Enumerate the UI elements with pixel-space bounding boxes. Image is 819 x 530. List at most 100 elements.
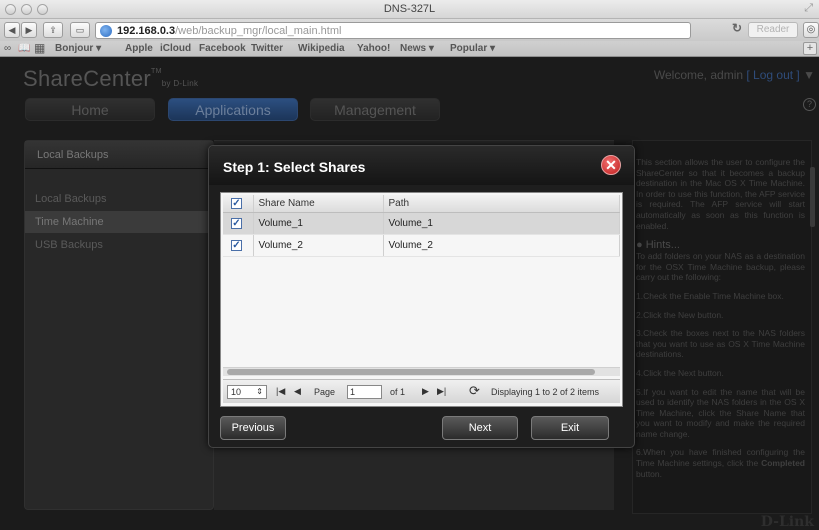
bookmark-twitter[interactable]: Twitter: [251, 43, 283, 54]
forward-button[interactable]: ▶: [21, 22, 37, 38]
fullscreen-icon[interactable]: ⤢: [804, 2, 813, 15]
shares-grid-container: ✓ Share Name Path ✓ Volume_1 Volume_1 ✓ …: [220, 192, 623, 407]
hint-step-3: 3.Check the boxes next to the NAS folder…: [636, 328, 805, 360]
share-name-cell[interactable]: Volume_2: [253, 234, 384, 257]
globe-icon: [100, 25, 112, 37]
tab-management[interactable]: Management: [310, 98, 440, 121]
url-path: /web/backup_mgr/local_main.html: [175, 25, 342, 37]
welcome-text: Welcome, admin: [653, 68, 744, 82]
hint-step-4: 4.Click the Next button.: [636, 367, 724, 378]
hint-step-6-suffix: button.: [636, 468, 662, 479]
grid-icon[interactable]: ▦: [34, 42, 45, 54]
help-icon[interactable]: ?: [803, 98, 816, 111]
scrollbar-thumb[interactable]: [227, 369, 595, 375]
page-number-input[interactable]: 1: [347, 385, 382, 399]
browser-toolbar: ◀ ▶ ⇪ ▭ 192.168.0.3/web/backup_mgr/local…: [0, 19, 819, 41]
share-icon[interactable]: ⇪: [43, 22, 63, 38]
close-icon[interactable]: ✕: [601, 155, 621, 175]
bookmark-wikipedia[interactable]: Wikipedia: [298, 43, 345, 54]
dialog-title: Step 1: Select Shares: [223, 159, 366, 175]
url-text: 192.168.0.3/web/backup_mgr/local_main.ht…: [117, 25, 341, 37]
logout-link[interactable]: [ Log out ]: [746, 68, 799, 82]
window-title: DNS-327L: [383, 3, 436, 15]
hint-step-6-bold: Completed: [761, 458, 805, 469]
next-button[interactable]: Next: [442, 416, 518, 440]
url-host: 192.168.0.3: [117, 25, 176, 37]
welcome-arrow-icon[interactable]: ▼: [803, 68, 815, 82]
bookmark-apple[interactable]: Apple: [125, 43, 153, 54]
reload-icon[interactable]: ↻: [732, 21, 742, 35]
path-cell: Volume_1: [383, 212, 620, 235]
displaying-text: Displaying 1 to 2 of 2 items: [491, 387, 600, 397]
help-panel: This section allows the user to configur…: [632, 140, 815, 514]
book-icon[interactable]: 📖: [18, 43, 30, 54]
select-all-cell: ✓: [223, 195, 254, 213]
page-size-select[interactable]: 10 ⇕: [227, 385, 267, 399]
last-page-icon[interactable]: ▶|: [437, 386, 446, 397]
hints-title: ● Hints...: [636, 239, 680, 252]
dlink-logo: D-Link: [760, 514, 814, 530]
sidebar-header[interactable]: Local Backups: [25, 141, 213, 169]
prev-page-icon[interactable]: ◀: [294, 386, 301, 397]
hint-step-2: 2.Click the New button.: [636, 309, 724, 320]
refresh-icon[interactable]: ⟳: [469, 383, 480, 399]
sharecenter-logo: ShareCenterTM by D-Link: [23, 66, 198, 92]
logo-by-dlink: by D-Link: [161, 79, 199, 88]
row-checkbox[interactable]: ✓: [231, 239, 242, 251]
help-scrollbar[interactable]: [810, 167, 815, 227]
row-checkbox-cell: ✓: [223, 234, 254, 257]
pagination-bar: 10 ⇕ |◀ ◀ Page 1 of 1 ▶ ▶| ⟳ Displaying 1…: [223, 379, 620, 403]
sidebar-item-time-machine[interactable]: Time Machine: [25, 211, 213, 233]
share-name-cell[interactable]: Volume_1: [253, 212, 384, 235]
sharecenter-page: ShareCenterTM by D-Link Welcome, admin [ …: [0, 58, 819, 530]
select-all-checkbox[interactable]: ✓: [231, 197, 242, 209]
hints-title-text: Hints...: [645, 239, 680, 252]
infinity-icon[interactable]: ∞: [4, 43, 11, 54]
bookmarks-bar: ∞ 📖 ▦ Bonjour ▾ Apple iCloud Facebook Tw…: [0, 41, 819, 57]
window-titlebar: DNS-327L ⤢: [0, 0, 819, 19]
row-checkbox[interactable]: ✓: [231, 217, 242, 229]
hint-step-1: 1.Check the Enable Time Machine box.: [636, 290, 784, 301]
sidebar: Local Backups Local Backups Time Machine…: [24, 140, 214, 510]
exit-button[interactable]: Exit: [531, 416, 609, 440]
bookmark-bonjour[interactable]: Bonjour ▾: [55, 43, 101, 54]
shares-table: ✓ Share Name Path ✓ Volume_1 Volume_1 ✓ …: [223, 195, 620, 257]
new-tab-button[interactable]: +: [803, 42, 817, 55]
table-row[interactable]: ✓ Volume_2 Volume_2: [223, 234, 620, 257]
tab-applications[interactable]: Applications: [168, 98, 298, 121]
search-icon[interactable]: ◎: [803, 22, 819, 38]
hints-intro: To add folders on your NAS as a destinat…: [636, 251, 805, 283]
previous-button[interactable]: Previous: [220, 416, 286, 440]
logo-trademark: TM: [151, 68, 162, 75]
tab-home[interactable]: Home: [25, 98, 155, 121]
address-bar[interactable]: 192.168.0.3/web/backup_mgr/local_main.ht…: [95, 22, 691, 39]
path-cell: Volume_2: [383, 234, 620, 257]
back-button[interactable]: ◀: [4, 22, 20, 38]
page-of-label: of 1: [390, 387, 406, 397]
help-intro: This section allows the user to configur…: [636, 157, 805, 231]
page-label: Page: [314, 387, 336, 397]
page-size-value: 10: [231, 387, 242, 397]
hint-step-5: 5.If you want to edit the name that will…: [636, 386, 805, 439]
bookmark-popular[interactable]: Popular ▾: [450, 43, 495, 54]
hint-step-6: 6.When you have finished configuring the…: [636, 447, 805, 479]
first-page-icon[interactable]: |◀: [276, 386, 285, 397]
welcome-message: Welcome, admin [ Log out ] ▼: [654, 68, 815, 82]
column-header-path[interactable]: Path: [383, 195, 620, 213]
sidebar-item-usb-backups[interactable]: USB Backups: [25, 234, 213, 256]
sidebar-item-local-backups[interactable]: Local Backups: [25, 188, 213, 210]
stepper-icon: ⇕: [256, 387, 263, 396]
bookmark-icloud[interactable]: iCloud: [160, 43, 191, 54]
select-shares-dialog: Step 1: Select Shares ✕ ✓ Share Name Pat…: [208, 145, 635, 448]
reading-list-icon[interactable]: ▭: [70, 22, 90, 38]
logo-text: ShareCenter: [23, 66, 152, 91]
table-header-row: ✓ Share Name Path: [223, 195, 620, 213]
bookmark-yahoo[interactable]: Yahoo!: [357, 43, 390, 54]
next-page-icon[interactable]: ▶: [422, 386, 429, 397]
reader-button[interactable]: Reader: [748, 22, 798, 38]
bookmark-news[interactable]: News ▾: [400, 43, 434, 54]
table-row[interactable]: ✓ Volume_1 Volume_1: [223, 212, 620, 235]
horizontal-scrollbar[interactable]: [223, 367, 620, 376]
bookmark-facebook[interactable]: Facebook: [199, 43, 246, 54]
column-header-share-name[interactable]: Share Name: [253, 195, 384, 213]
